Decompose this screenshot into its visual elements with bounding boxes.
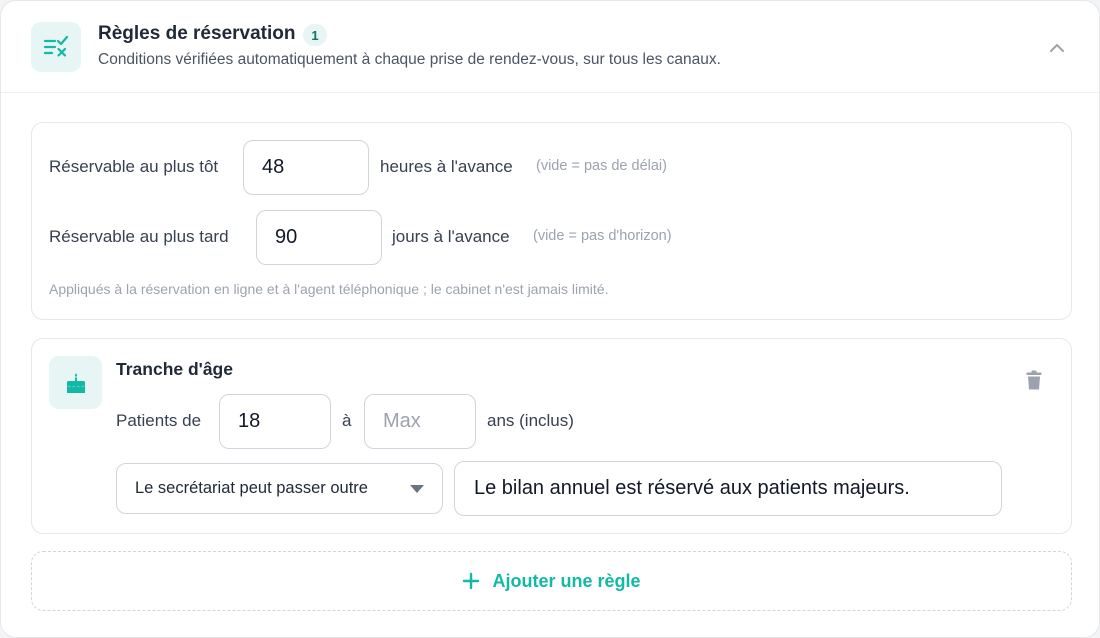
header-subtitle: Conditions vérifiées automatiquement à c… — [98, 51, 721, 68]
age-unit: ans (inclus) — [487, 411, 574, 430]
delete-rule-button[interactable] — [1022, 367, 1046, 393]
min-age-input[interactable] — [219, 394, 331, 449]
rule-count-badge: 1 — [303, 24, 327, 46]
add-rule-label: Ajouter une règle — [492, 570, 641, 591]
collapse-button[interactable] — [1044, 35, 1070, 61]
add-rule-button[interactable]: Ajouter une règle — [31, 551, 1072, 611]
booking-delay-panel: Réservable au plus tôt heures à l'avance… — [31, 122, 1072, 320]
booking-rules-card: Règles de réservation 1 Conditions vérif… — [0, 0, 1100, 638]
card-header: Règles de réservation 1 Conditions vérif… — [1, 1, 1099, 93]
latest-hint: (vide = pas d'horizon) — [533, 228, 672, 244]
earliest-label: Réservable au plus tôt — [49, 157, 219, 176]
earliest-hint: (vide = pas de délai) — [536, 158, 667, 174]
trash-icon — [1026, 370, 1042, 390]
cake-icon — [49, 356, 102, 409]
list-check-icon — [31, 22, 81, 72]
age-to-label: à — [342, 411, 352, 430]
delay-note: Appliqués à la réservation en ligne et à… — [49, 281, 609, 297]
age-range-rule: Tranche d'âge Patients de à ans (inclus)… — [31, 338, 1072, 534]
earliest-unit: heures à l'avance — [380, 157, 513, 176]
chevron-up-icon — [1050, 44, 1064, 52]
override-select-value: Le secrétariat peut passer outre — [135, 479, 368, 497]
override-select[interactable]: Le secrétariat peut passer outre — [116, 463, 443, 514]
latest-unit: jours à l'avance — [392, 227, 510, 246]
latest-label: Réservable au plus tard — [49, 227, 229, 246]
caret-down-icon — [410, 485, 424, 493]
earliest-hours-input[interactable] — [243, 140, 369, 195]
rule-title: Tranche d'âge — [116, 359, 233, 379]
rule-message-input[interactable] — [454, 461, 1002, 516]
max-age-input[interactable] — [364, 394, 476, 449]
latest-days-input[interactable] — [256, 210, 382, 265]
plus-icon — [463, 572, 480, 590]
patients-from-label: Patients de — [116, 411, 202, 430]
page-title: Règles de réservation — [98, 23, 296, 44]
